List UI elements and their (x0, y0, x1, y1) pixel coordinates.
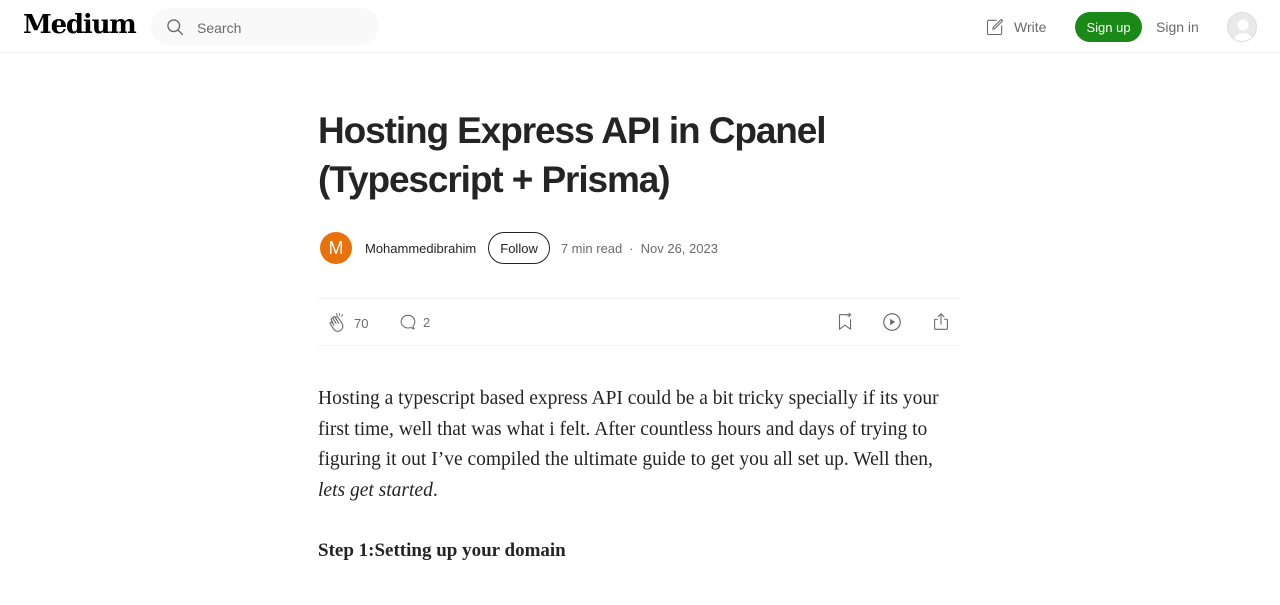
signup-button[interactable]: Sign up (1075, 12, 1142, 42)
search-input[interactable] (195, 8, 369, 47)
clap-button[interactable]: 70 (326, 312, 368, 334)
bookmark-icon[interactable] (834, 311, 856, 333)
avatar-silhouette (1232, 19, 1254, 41)
top-navbar: Medium Write Sign up Sign in (0, 0, 1280, 53)
step-heading: Step 1:Setting up your domain (318, 540, 566, 561)
clap-icon (329, 312, 344, 332)
article-title: Hosting Express API in Cpanel (Typescrip… (318, 110, 827, 200)
read-time: 7 min read (560, 240, 623, 256)
follow-button[interactable]: Follow (488, 232, 550, 264)
write-label: Write (1014, 19, 1047, 35)
article-paragraph: Hosting a typescript based express API c… (318, 384, 963, 506)
clap-count: 70 (354, 315, 369, 331)
search-icon (167, 19, 184, 36)
write-icon (986, 18, 1004, 36)
listen-icon[interactable] (881, 311, 903, 333)
search-bar[interactable] (151, 8, 379, 47)
paragraph-text: Hosting a typescript based express API c… (318, 388, 939, 470)
author-avatar[interactable]: M (320, 232, 352, 264)
paragraph-emphasis: lets get started (318, 479, 433, 501)
comment-button[interactable]: 2 (398, 312, 430, 332)
medium-logo[interactable]: Medium (23, 10, 137, 40)
write-button[interactable]: Write (985, 16, 1046, 38)
share-icon[interactable] (930, 311, 952, 333)
comment-icon (400, 314, 416, 330)
author-name[interactable]: Mohammedibrahim (365, 241, 476, 256)
paragraph-end: . (432, 479, 438, 501)
publish-date: Nov 26, 2023 (640, 240, 718, 256)
user-avatar-icon[interactable] (1227, 12, 1257, 42)
author-info: M Mohammedibrahim Follow 7 min read · No… (318, 231, 963, 265)
signin-link[interactable]: Sign in (1156, 19, 1199, 35)
meta-separator: · (629, 240, 634, 256)
article-actions: 70 2 (318, 298, 961, 346)
comment-count: 2 (423, 314, 431, 330)
